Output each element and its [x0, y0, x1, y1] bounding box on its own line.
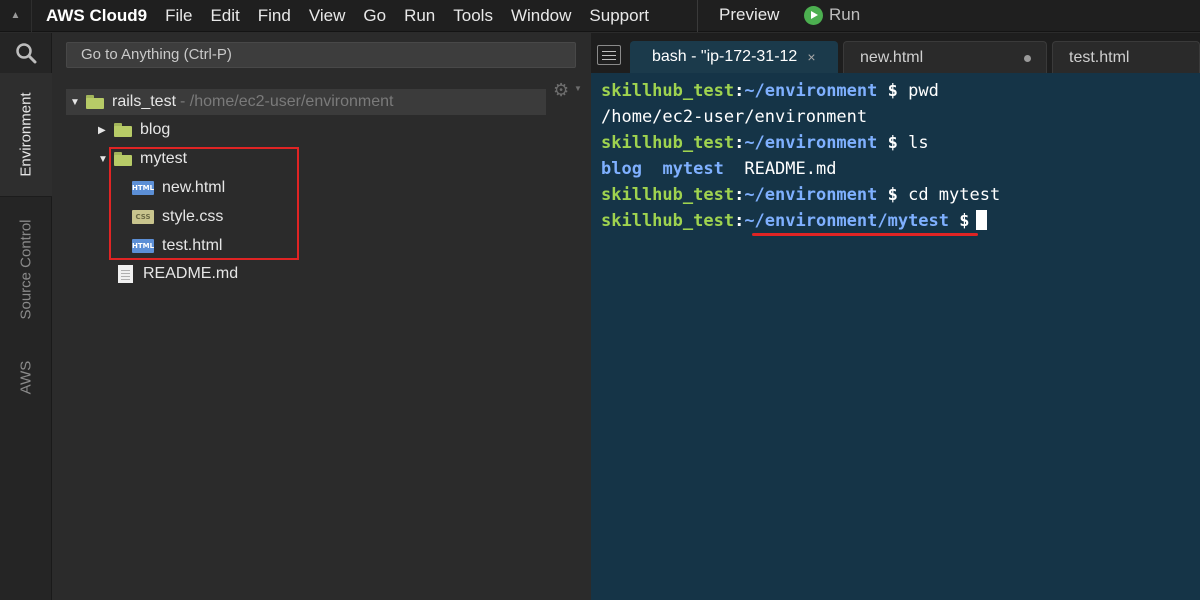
- tab-list-icon[interactable]: [597, 45, 621, 65]
- play-icon: [804, 5, 823, 25]
- gear-icon[interactable]: ⚙: [553, 80, 569, 101]
- app-brand-menu[interactable]: AWS Cloud9: [46, 6, 147, 26]
- menu-run[interactable]: Run: [404, 6, 435, 26]
- folder-icon: [114, 123, 132, 137]
- terminal-cursor: [975, 210, 987, 230]
- annotation-underline: [752, 233, 978, 236]
- annotation-highlight-box: [109, 147, 299, 260]
- tab-bash-terminal[interactable]: bash - "ip-172-31-12 ×: [630, 41, 838, 73]
- rail-tab-aws[interactable]: AWS: [0, 345, 52, 409]
- tree-item-label: blog: [140, 121, 171, 138]
- menu-view[interactable]: View: [309, 6, 346, 26]
- menu-divider: [697, 0, 698, 32]
- tree-item-label: README.md: [143, 265, 239, 282]
- side-rail: Environment Source Control AWS: [0, 33, 52, 600]
- run-button[interactable]: Run: [804, 5, 860, 25]
- collapse-caret-icon[interactable]: ▶: [98, 125, 114, 136]
- search-icon[interactable]: [0, 33, 52, 73]
- rail-tab-source-control[interactable]: Source Control: [0, 203, 52, 335]
- tree-item-blog[interactable]: ▶ blog: [98, 117, 170, 143]
- preview-button[interactable]: Preview: [719, 5, 779, 25]
- menu-bar: ▲ AWS Cloud9 File Edit Find View Go Run …: [0, 0, 1200, 32]
- run-label: Run: [829, 5, 861, 24]
- tree-root-path: - /home/ec2-user/environment: [180, 93, 394, 110]
- tree-root-rails-test[interactable]: ▼ rails_test - /home/ec2-user/environmen…: [66, 89, 546, 115]
- unsaved-dot-icon: [1024, 55, 1031, 62]
- tab-new-html[interactable]: new.html: [843, 41, 1047, 73]
- document-icon: [118, 265, 133, 283]
- tab-test-html[interactable]: test.html: [1052, 41, 1200, 73]
- menu-tools[interactable]: Tools: [453, 6, 493, 26]
- terminal-line: skillhub_test:~/environment $ pwd: [601, 81, 939, 101]
- menu-support[interactable]: Support: [589, 6, 649, 26]
- terminal-line: skillhub_test:~/environment $ ls: [601, 133, 929, 153]
- menu-window[interactable]: Window: [511, 6, 571, 26]
- menu-file[interactable]: File: [165, 6, 192, 26]
- terminal-panel[interactable]: skillhub_test:~/environment $ pwd /home/…: [591, 73, 1200, 600]
- tab-label: test.html: [1069, 48, 1130, 66]
- folder-icon: [86, 95, 104, 109]
- terminal-line: blog mytest README.md: [601, 159, 837, 179]
- chevron-down-icon[interactable]: ▼: [574, 84, 582, 93]
- terminal-line: skillhub_test:~/environment $ cd mytest: [601, 185, 1001, 205]
- tree-root-name: rails_test: [112, 93, 177, 110]
- terminal-line: skillhub_test:~/environment/mytest $: [601, 209, 987, 233]
- rail-tab-environment[interactable]: Environment: [0, 73, 52, 197]
- tab-label: new.html: [860, 48, 924, 66]
- expand-caret-icon[interactable]: ▼: [70, 97, 86, 108]
- menu-go[interactable]: Go: [363, 6, 386, 26]
- tab-label: bash - "ip-172-31-12: [652, 48, 798, 65]
- close-icon[interactable]: ×: [807, 49, 815, 65]
- menu-find[interactable]: Find: [258, 6, 291, 26]
- menu-edit[interactable]: Edit: [210, 6, 239, 26]
- terminal-line: /home/ec2-user/environment: [601, 107, 868, 127]
- go-to-anything-input[interactable]: Go to Anything (Ctrl-P): [66, 42, 576, 68]
- collapse-menu-icon[interactable]: ▲: [0, 0, 32, 32]
- tree-item-readme[interactable]: README.md: [118, 261, 238, 287]
